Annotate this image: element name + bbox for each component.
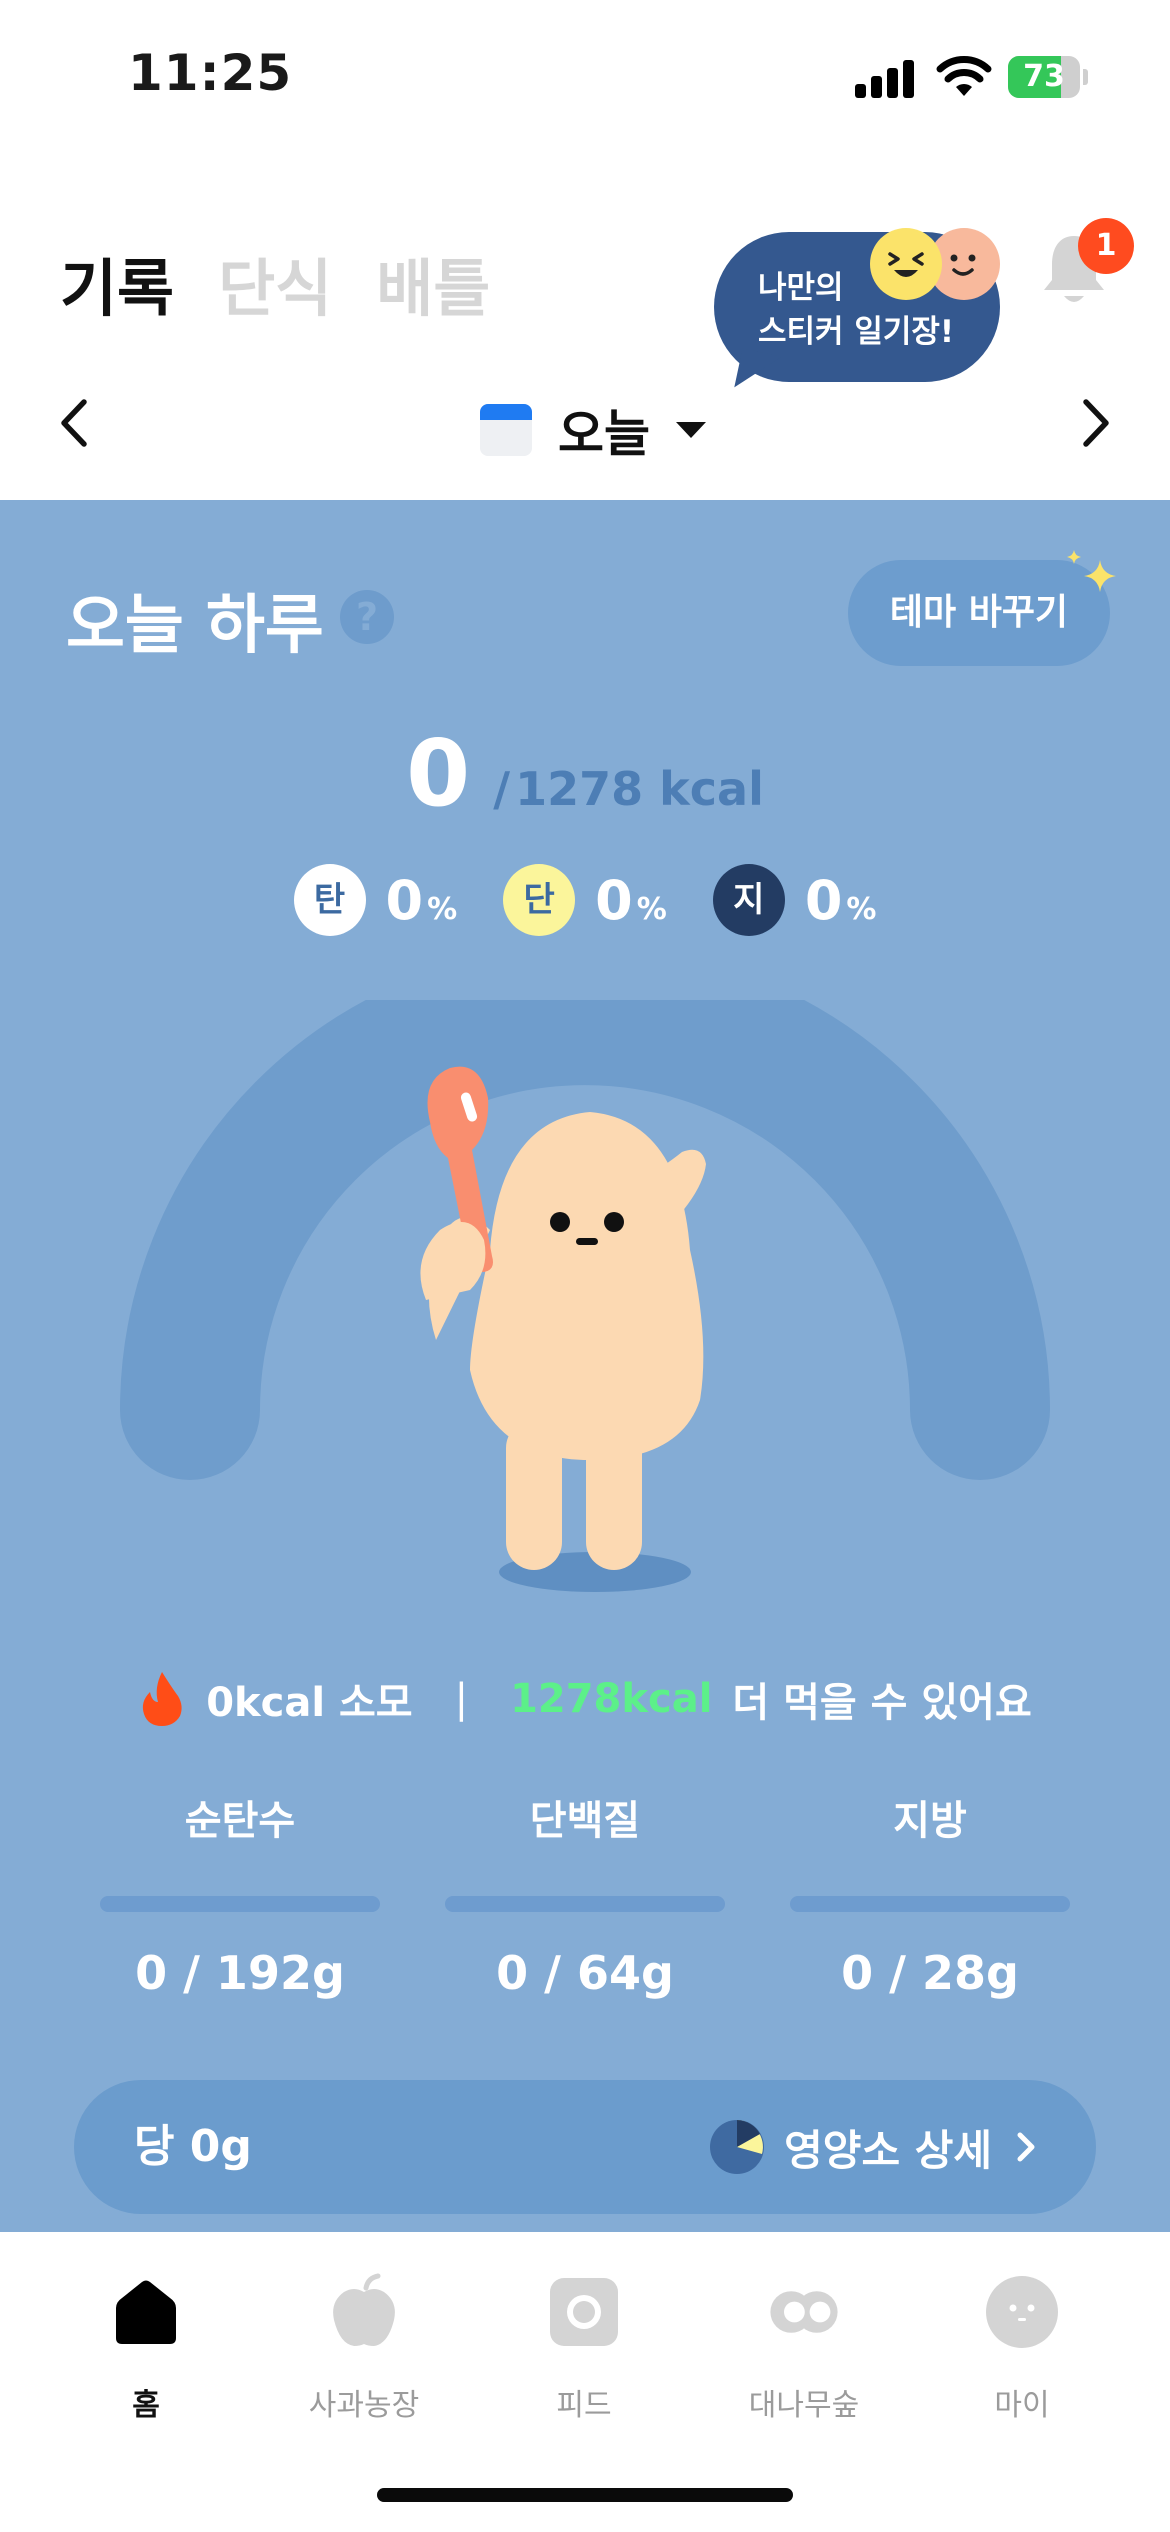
nutrient-name: 지방 — [893, 1798, 967, 1844]
daily-summary-card: 오늘 하루 ? 테마 바꾸기 0 / 1278 kcal 탄 0% 단 0% 지… — [0, 500, 1170, 2232]
remaining-suffix: 더 먹을 수 있어요 — [732, 1680, 1032, 1726]
carb-chip: 탄 — [293, 864, 366, 936]
tab-label: 사과농장 — [308, 2388, 420, 2423]
protein-unit: % — [636, 891, 667, 927]
macro-ratio-row: 탄 0% 단 0% 지 0% — [0, 864, 1170, 936]
home-indicator — [377, 2488, 793, 2502]
bottom-tab-bar: 홈 사과농장 피드 대나무숲 마이 — [0, 2232, 1170, 2532]
nutrient-net-carb: 순탄수 0 / 192g — [100, 1788, 380, 2000]
tab-label: 마이 — [994, 2388, 1050, 2423]
kcal-current: 0 — [406, 720, 471, 827]
apple-icon — [333, 2273, 395, 2346]
wifi-icon — [936, 56, 992, 96]
home-icon — [116, 2280, 176, 2344]
pie-chart-icon — [710, 2120, 765, 2174]
detail-link-label: 영양소 상세 — [784, 2125, 992, 2175]
card-title: 오늘 하루 — [66, 589, 324, 663]
battery-charging-icon: 73 — [1008, 56, 1088, 98]
signal-icon — [855, 58, 915, 98]
nutrient-progress: 순탄수 0 / 192g 단백질 0 / 64g 지방 0 / 28g — [100, 1788, 1070, 2000]
caret-down-icon — [676, 422, 706, 438]
nutrient-progress-bar — [100, 1896, 380, 1912]
fat-percent: 0 — [804, 868, 843, 932]
header-tabs: 기록 단식 배틀 — [60, 238, 490, 328]
carb-unit: % — [427, 891, 458, 927]
chevron-right-icon[interactable] — [1060, 388, 1130, 458]
tab-my[interactable]: 마이 — [922, 2272, 1122, 2424]
tab-label: 홈 — [132, 2388, 160, 2423]
carb-percent: 0 — [385, 868, 424, 932]
chevron-right-icon — [1017, 2132, 1035, 2162]
tab-label: 대나무숲 — [748, 2388, 860, 2423]
tab-home[interactable]: 홈 — [46, 2272, 246, 2424]
calendar-icon — [480, 404, 532, 456]
nutrient-detail-link[interactable]: 영양소 상세 — [708, 2080, 1040, 2214]
tab-apple-farm[interactable]: 사과농장 — [264, 2272, 464, 2424]
nutrient-progress-bar — [445, 1896, 725, 1912]
camera-icon — [550, 2278, 618, 2346]
date-label: 오늘 — [558, 405, 650, 463]
profile-face-icon — [986, 2276, 1058, 2348]
tab-bamboo-forest[interactable]: 대나무숲 — [704, 2272, 904, 2424]
sticker-diary-promo[interactable]: 나만의 스티커 일기장! — [714, 228, 1000, 396]
bamboo-icon — [770, 2291, 838, 2333]
tab-fasting[interactable]: 단식 — [218, 238, 332, 328]
fat-chip: 지 — [712, 864, 785, 936]
kcal-separator: / — [493, 762, 511, 816]
status-time: 11:25 — [128, 44, 293, 102]
nutrient-value: 0 / 28g — [841, 1946, 1019, 2000]
sticker-promo-line2: 스티커 일기장! — [758, 314, 955, 350]
remaining-kcal: 1278kcal — [510, 1676, 713, 1722]
sparkle-icon — [1067, 550, 1116, 592]
laughing-face-icon — [870, 228, 942, 300]
fat-unit: % — [846, 891, 877, 927]
calorie-burn-row: 0kcal 소모 | 1278kcal 더 먹을 수 있어요 — [0, 1670, 1170, 1728]
flame-icon — [143, 1672, 182, 1726]
help-icon[interactable]: ? — [340, 590, 394, 644]
nutrient-protein: 단백질 0 / 64g — [445, 1788, 725, 2000]
notification-badge: 1 — [1078, 218, 1134, 274]
battery-level: 73 — [1023, 59, 1065, 94]
kcal-target: 1278 kcal — [515, 762, 764, 816]
sugar-summary-bar[interactable]: 당 0g 영양소 상세 — [74, 2080, 1096, 2214]
protein-percent: 0 — [595, 868, 633, 932]
protein-chip: 단 — [503, 864, 576, 936]
tab-record[interactable]: 기록 — [60, 238, 174, 328]
nutrient-name: 단백질 — [529, 1798, 641, 1844]
tab-battle[interactable]: 배틀 — [376, 238, 490, 328]
burn-divider: | — [454, 1676, 469, 1722]
nutrient-value: 0 / 64g — [496, 1946, 674, 2000]
date-navigator: 오늘 — [0, 380, 1170, 470]
macro-fat: 지 0% — [712, 864, 877, 936]
macro-carb: 탄 0% — [293, 864, 458, 936]
tab-label: 피드 — [556, 2388, 612, 2423]
date-picker[interactable]: 오늘 — [480, 394, 706, 466]
tab-feed[interactable]: 피드 — [484, 2272, 684, 2424]
nutrient-name: 순탄수 — [184, 1798, 296, 1844]
mascot-character — [420, 1066, 706, 1592]
nutrient-value: 0 / 192g — [135, 1946, 345, 2000]
calorie-summary: 0 / 1278 kcal — [0, 720, 1170, 827]
nutrient-progress-bar — [790, 1896, 1070, 1912]
macro-protein: 단 0% — [503, 864, 667, 936]
status-bar: 11:25 73 — [0, 0, 1170, 150]
nutrient-fat: 지방 0 / 28g — [790, 1788, 1070, 2000]
sugar-label: 당 0g — [134, 2121, 252, 2172]
chevron-left-icon[interactable] — [40, 388, 110, 458]
burned-kcal: 0kcal 소모 — [206, 1680, 413, 1726]
